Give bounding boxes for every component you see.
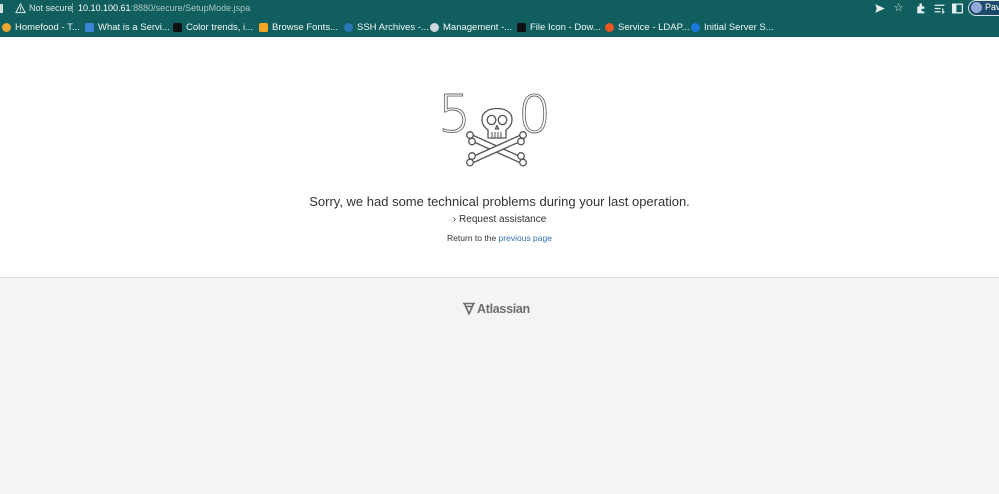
- bookmark-color-trends[interactable]: Color trends, i...: [173, 17, 253, 37]
- bookmark-homefood[interactable]: Homefood - T...: [2, 17, 80, 37]
- previous-page-link[interactable]: previous page: [499, 233, 552, 243]
- atlassian-logo: Atlassian: [462, 300, 530, 318]
- url-path: :8880/secure/SetupMode.jspa: [130, 3, 251, 13]
- warning-icon[interactable]: [15, 3, 26, 14]
- homefood-icon: [2, 22, 11, 32]
- reading-list-icon[interactable]: [933, 2, 946, 15]
- bookmark-ssh-archives[interactable]: SSH Archives -...: [344, 17, 429, 37]
- bookmark-label: Browse Fonts...: [272, 21, 338, 33]
- bookmark-label: What is a Servi...: [98, 21, 170, 33]
- url-field[interactable]: 10.10.100.61:8880/secure/SetupMode.jspa: [78, 3, 250, 13]
- bookmark-what-is-a-service[interactable]: What is a Servi...: [85, 17, 170, 37]
- request-assistance-label: Request assistance: [459, 214, 547, 225]
- footer-divider: [0, 277, 999, 278]
- blue-bars-icon: [85, 22, 94, 32]
- bookmarks-bar: Homefood - T... What is a Servi... Color…: [0, 17, 999, 37]
- star-icon[interactable]: ☆: [892, 2, 905, 15]
- colortrends-icon: [173, 22, 182, 32]
- management-icon: [430, 22, 439, 32]
- wordpress-icon: [344, 22, 353, 32]
- send-icon[interactable]: [873, 2, 886, 15]
- error-500-graphic: 5 0: [438, 86, 552, 167]
- bookmark-label: File Icon - Dow...: [530, 21, 601, 33]
- bookmark-label: SSH Archives -...: [357, 21, 429, 33]
- bookmark-label: Initial Server S...: [704, 21, 774, 33]
- bookmark-label: Service - LDAP...: [618, 21, 690, 33]
- bookmark-label: Management -...: [443, 21, 513, 33]
- security-status[interactable]: Not secure: [29, 3, 73, 13]
- digitalocean-icon: [691, 22, 700, 32]
- bookmark-service-ldap[interactable]: Service - LDAP...: [605, 17, 690, 37]
- window-edge: [0, 4, 3, 13]
- bookmark-management[interactable]: Management -...: [430, 17, 512, 37]
- request-assistance-link[interactable]: › Request assistance: [0, 214, 999, 225]
- footer-brand: Atlassian: [477, 302, 530, 316]
- fonts-icon: [259, 22, 268, 32]
- profile-button[interactable]: Pav: [968, 0, 999, 16]
- extensions-icon[interactable]: [914, 2, 927, 15]
- return-line: Return to the previous page: [0, 233, 999, 243]
- url-separator: [72, 3, 73, 13]
- bookmark-label: Color trends, i...: [186, 21, 254, 33]
- profile-name: Pav: [985, 2, 999, 12]
- error-message: Sorry, we had some technical problems du…: [309, 194, 690, 209]
- avatar: [971, 2, 982, 13]
- error-code-left: 5: [438, 86, 471, 145]
- url-host: 10.10.100.61: [78, 3, 131, 13]
- chevron-right-icon: ›: [452, 214, 457, 225]
- bookmark-browse-fonts[interactable]: Browse Fonts...: [259, 17, 338, 37]
- atlassian-logo-icon: [463, 302, 475, 315]
- fileicon-icon: [517, 22, 526, 32]
- bookmark-file-icon[interactable]: File Icon - Dow...: [517, 17, 601, 37]
- side-panel-icon[interactable]: [951, 2, 964, 15]
- bookmark-label: Homefood - T...: [15, 21, 80, 33]
- return-prefix: Return to the: [447, 233, 497, 243]
- browser-address-bar: Not secure 10.10.100.61:8880/secure/Setu…: [0, 0, 999, 17]
- bookmark-initial-server[interactable]: Initial Server S...: [691, 17, 774, 37]
- ubuntu-icon: [605, 22, 614, 32]
